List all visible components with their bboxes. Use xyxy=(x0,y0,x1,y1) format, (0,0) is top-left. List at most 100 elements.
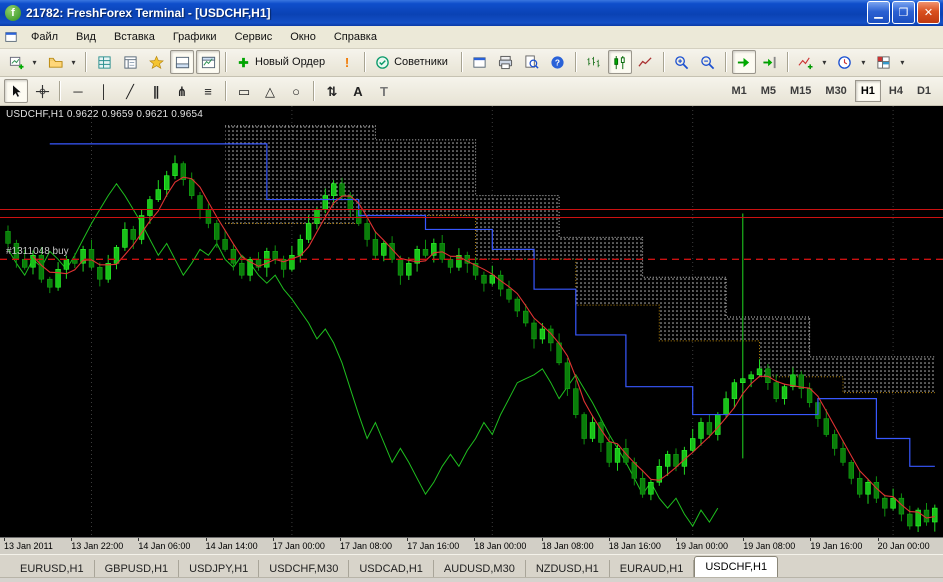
zoom-out-icon xyxy=(699,55,716,70)
chart-tab-usdchfm30[interactable]: USDCHF,M30 xyxy=(259,560,350,578)
close-button[interactable]: ✕ xyxy=(917,1,940,25)
print-preview-button[interactable] xyxy=(520,50,544,74)
main-toolbar: ▾ ▾ Новый Ордер! Советники? ▾ ▾ ▾ xyxy=(0,48,943,78)
new-chart-button-dropdown[interactable]: ▾ xyxy=(29,51,40,73)
periods-icon xyxy=(836,55,853,70)
zoom-out-button[interactable] xyxy=(696,50,720,74)
timeframe-H4[interactable]: H4 xyxy=(883,80,909,102)
bar-chart-button[interactable] xyxy=(582,50,606,74)
help-button[interactable]: ? xyxy=(546,50,570,74)
zoom-in-button[interactable] xyxy=(670,50,694,74)
strategy-tester-button[interactable] xyxy=(196,50,220,75)
terminal-button[interactable] xyxy=(170,50,194,75)
print-button[interactable] xyxy=(494,50,518,74)
line-chart-icon xyxy=(637,55,654,70)
channel-tool[interactable]: ∥ xyxy=(144,79,168,103)
profiles-button[interactable] xyxy=(43,50,67,74)
chart-tab-euraudh1[interactable]: EURAUD,H1 xyxy=(610,560,695,578)
time-axis-label: 20 Jan 00:00 xyxy=(877,541,930,552)
auto-scroll-button[interactable] xyxy=(731,50,756,75)
chart-tab-usdchfh1[interactable]: USDCHF,H1 xyxy=(694,556,779,578)
line-chart-button[interactable] xyxy=(634,50,658,74)
timeframe-H1[interactable]: H1 xyxy=(854,80,881,103)
chart-tab-audusdm30[interactable]: AUDUSD,M30 xyxy=(434,560,526,578)
text-tool[interactable]: A xyxy=(346,79,370,103)
new-chart-button[interactable] xyxy=(4,50,28,74)
alerts-button[interactable]: ! xyxy=(335,50,359,74)
chart-tab-nzdusdh1[interactable]: NZDUSD,H1 xyxy=(526,560,610,578)
expert-advisors-button[interactable]: Советники xyxy=(371,50,456,74)
price-chart[interactable] xyxy=(0,105,943,538)
chart-tab-gbpusdh1[interactable]: GBPUSD,H1 xyxy=(95,560,180,578)
chart-tab-bar: EURUSD,H1 GBPUSD,H1 USDJPY,H1 USDCHF,M30 USD… xyxy=(0,554,943,578)
timeframe-D1[interactable]: D1 xyxy=(911,80,937,102)
chart-tab-usdjpyh1[interactable]: USDJPY,H1 xyxy=(179,560,260,578)
candlestick-chart-button[interactable] xyxy=(607,50,632,75)
time-axis-label: 14 Jan 06:00 xyxy=(138,541,191,552)
data-window-icon xyxy=(122,55,139,70)
chart-window-icon xyxy=(471,55,488,70)
chart-window-button[interactable] xyxy=(468,50,492,74)
rectangle-icon: ▭ xyxy=(237,83,251,99)
fibonacci-icon: ≡ xyxy=(204,83,212,99)
indicators-button[interactable] xyxy=(794,50,818,74)
market-watch-button[interactable] xyxy=(92,50,116,74)
channel-icon: ∥ xyxy=(152,83,160,99)
strategy-tester-icon xyxy=(200,55,217,70)
pitchfork-icon: ⋔ xyxy=(176,83,188,99)
templates-button[interactable] xyxy=(872,50,896,74)
navigator-icon xyxy=(148,55,165,70)
chart-shift-button[interactable] xyxy=(758,50,782,74)
triangle-tool[interactable]: △ xyxy=(258,79,282,103)
timeframe-M1[interactable]: M1 xyxy=(725,80,752,102)
fibonacci-tool[interactable]: ≡ xyxy=(196,79,220,103)
menu-item-3[interactable]: Графики xyxy=(164,28,226,46)
data-window-button[interactable] xyxy=(118,50,142,74)
time-axis-label: 19 Jan 08:00 xyxy=(743,541,796,552)
menu-item-6[interactable]: Справка xyxy=(325,28,386,46)
toolbar-separator xyxy=(225,52,227,73)
chart-area[interactable]: USDCHF,H1 0.9622 0.9659 0.9621 0.9654 #1… xyxy=(0,105,943,538)
vline-tool[interactable]: │ xyxy=(92,79,116,103)
menu-item-5[interactable]: Окно xyxy=(281,28,325,46)
templates-button-dropdown[interactable]: ▾ xyxy=(897,51,908,73)
periods-button[interactable] xyxy=(833,50,857,74)
trendline-tool[interactable]: ╱ xyxy=(118,79,142,103)
time-axis-label: 14 Jan 14:00 xyxy=(205,541,258,552)
text-label-tool[interactable]: T xyxy=(372,79,396,103)
menu-item-1[interactable]: Вид xyxy=(67,28,105,46)
menu-item-0[interactable]: Файл xyxy=(22,28,67,46)
time-axis-label: 17 Jan 00:00 xyxy=(272,541,325,552)
menu-item-2[interactable]: Вставка xyxy=(105,28,164,46)
minimize-button[interactable]: ▁ xyxy=(867,1,890,25)
chart-tab-eurusdh1[interactable]: EURUSD,H1 xyxy=(10,560,95,578)
timeframe-M5[interactable]: M5 xyxy=(755,80,782,102)
menu-item-4[interactable]: Сервис xyxy=(226,28,282,46)
new-order-button[interactable]: Новый Ордер xyxy=(232,50,333,74)
crosshair-tool[interactable] xyxy=(30,79,54,103)
time-axis-label: 18 Jan 08:00 xyxy=(541,541,594,552)
timeframe-M30[interactable]: M30 xyxy=(819,80,852,102)
chart-tab-usdcadh1[interactable]: USDCAD,H1 xyxy=(349,560,434,578)
auto-scroll-icon xyxy=(735,55,752,70)
print-icon xyxy=(497,55,514,70)
timeframe-buttons: M1 M5 M15 M30 H1 H4 D1 xyxy=(724,80,938,103)
application-window: f 21782: FreshForex Terminal - [USDCHF,H… xyxy=(0,0,943,582)
hline-tool[interactable]: ─ xyxy=(66,79,90,103)
new-chart-icon xyxy=(8,55,25,70)
ellipse-tool[interactable]: ○ xyxy=(284,79,308,103)
arrows-tool[interactable]: ⇅ xyxy=(320,79,344,103)
indicators-button-dropdown[interactable]: ▾ xyxy=(819,51,830,73)
rectangle-tool[interactable]: ▭ xyxy=(232,79,256,103)
time-axis[interactable]: 13 Jan 2011 13 Jan 22:00 14 Jan 06:00 14 Ja… xyxy=(0,537,943,555)
toolbar-separator xyxy=(59,81,61,102)
profiles-button-dropdown[interactable]: ▾ xyxy=(68,51,79,73)
navigator-button[interactable] xyxy=(144,50,168,74)
toolbar-separator xyxy=(724,52,727,73)
cursor-tool[interactable] xyxy=(4,79,28,104)
periods-button-dropdown[interactable]: ▾ xyxy=(858,51,869,73)
bar-chart-icon xyxy=(585,55,602,70)
restore-button[interactable]: ❐ xyxy=(892,1,915,25)
pitchfork-tool[interactable]: ⋔ xyxy=(170,79,194,103)
timeframe-M15[interactable]: M15 xyxy=(784,80,817,102)
